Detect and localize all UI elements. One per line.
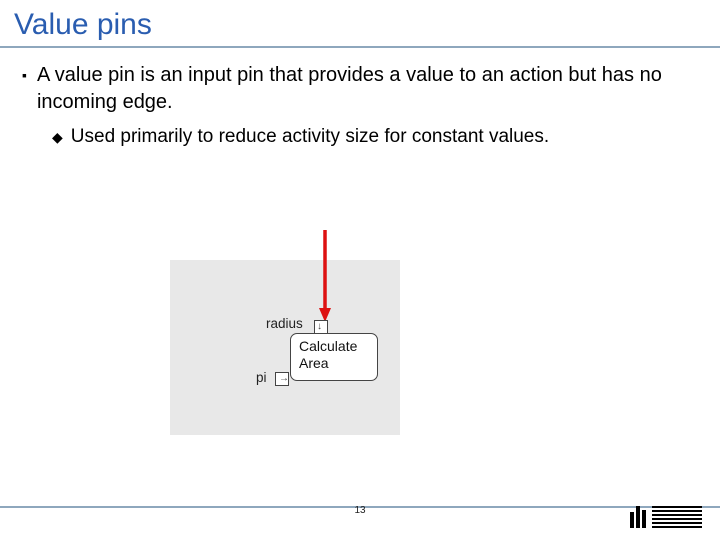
logo-stripes xyxy=(652,506,702,528)
input-pin-top: ↓ xyxy=(314,320,328,334)
action-node: Calculate Area xyxy=(290,333,378,381)
bullet-level1: ▪ A value pin is an input pin that provi… xyxy=(22,62,698,116)
right-arrow-icon: → xyxy=(279,374,289,384)
page-number: 13 xyxy=(0,505,720,516)
slide: Value pins ▪ A value pin is an input pin… xyxy=(0,0,720,540)
down-arrow-icon: ↓ xyxy=(317,322,322,332)
bullet-level2: ◆ Used primarily to reduce activity size… xyxy=(52,124,698,150)
title-underline xyxy=(0,46,720,48)
red-arrow-icon xyxy=(317,230,333,322)
radius-label: radius xyxy=(266,316,303,331)
bullet-text: A value pin is an input pin that provide… xyxy=(37,62,698,116)
diamond-bullet-icon: ◆ xyxy=(52,124,63,150)
uml-diagram: radius ↓ Calculate Area pi → xyxy=(170,260,400,435)
bullet-text: Used primarily to reduce activity size f… xyxy=(71,124,549,150)
square-bullet-icon: ▪ xyxy=(22,62,27,116)
logo-bar xyxy=(642,510,646,528)
page-title: Value pins xyxy=(0,0,720,46)
pi-label: pi xyxy=(256,370,267,385)
diagram-background: radius ↓ Calculate Area pi → xyxy=(170,260,400,435)
value-pin-left: → xyxy=(275,372,289,386)
logo-bar xyxy=(636,506,640,528)
logo-bar xyxy=(630,512,634,528)
slide-body: ▪ A value pin is an input pin that provi… xyxy=(0,62,720,150)
ibm-logo xyxy=(630,506,702,528)
